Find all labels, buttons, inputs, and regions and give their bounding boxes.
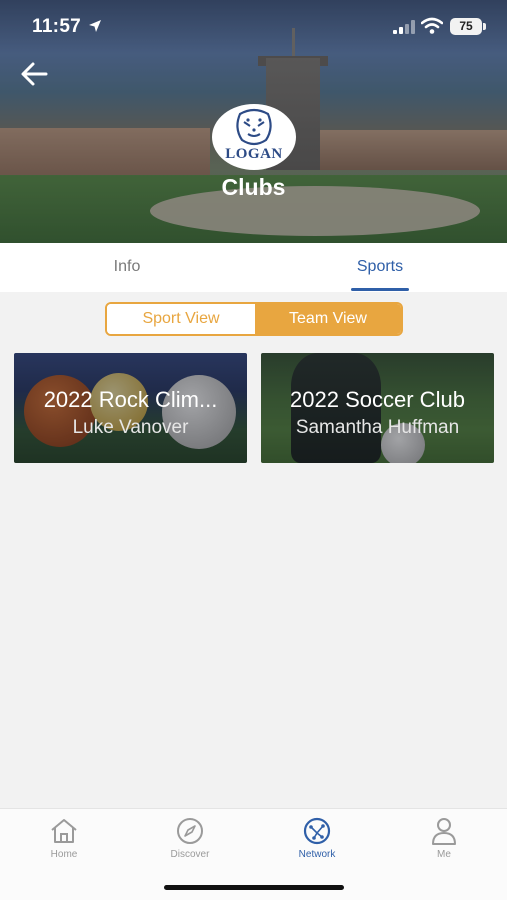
location-arrow-icon xyxy=(89,20,101,32)
nav-network[interactable]: Network xyxy=(272,817,362,869)
club-logo: LOGAN xyxy=(212,104,296,170)
page-title: Clubs xyxy=(221,174,286,200)
nav-home-label: Home xyxy=(50,849,78,860)
nav-discover[interactable]: Discover xyxy=(145,817,235,869)
wifi-icon xyxy=(421,17,443,34)
status-bar: 11:57 75 xyxy=(0,0,507,54)
battery-indicator: 75 xyxy=(450,18,482,35)
nav-home[interactable]: Home xyxy=(19,817,109,869)
club-card-soccer[interactable]: 2022 Soccer Club Samantha Huffman xyxy=(261,353,494,463)
tab-info[interactable]: Info xyxy=(90,243,164,292)
tab-bar: Info Sports xyxy=(0,243,507,292)
club-title: 2022 Rock Clim... xyxy=(43,387,218,412)
sport-view-button[interactable]: Sport View xyxy=(107,304,255,334)
compass-icon xyxy=(177,818,203,844)
status-time: 11:57 xyxy=(32,16,82,37)
home-indicator xyxy=(164,885,344,890)
tab-sports[interactable]: Sports xyxy=(340,243,420,292)
team-view-button[interactable]: Team View xyxy=(255,304,401,334)
person-icon xyxy=(432,818,456,845)
nav-network-label: Network xyxy=(298,849,336,860)
club-leader: Luke Vanover xyxy=(72,417,189,438)
home-icon xyxy=(51,819,77,843)
nav-discover-label: Discover xyxy=(170,849,210,860)
tab-active-underline xyxy=(351,288,409,291)
view-toggle: Sport View Team View xyxy=(105,302,403,336)
club-leader: Samantha Huffman xyxy=(295,417,460,438)
cellular-signal-icon xyxy=(393,20,415,34)
nav-me[interactable]: Me xyxy=(399,817,489,869)
club-title: 2022 Soccer Club xyxy=(290,387,465,412)
logo-text: LOGAN xyxy=(225,146,283,162)
network-icon xyxy=(303,817,331,845)
back-arrow-icon[interactable] xyxy=(18,58,52,90)
club-card-rock-climbing[interactable]: 2022 Rock Clim... Luke Vanover xyxy=(14,353,247,463)
battery-nub xyxy=(483,23,486,30)
nav-me-label: Me xyxy=(437,849,451,860)
